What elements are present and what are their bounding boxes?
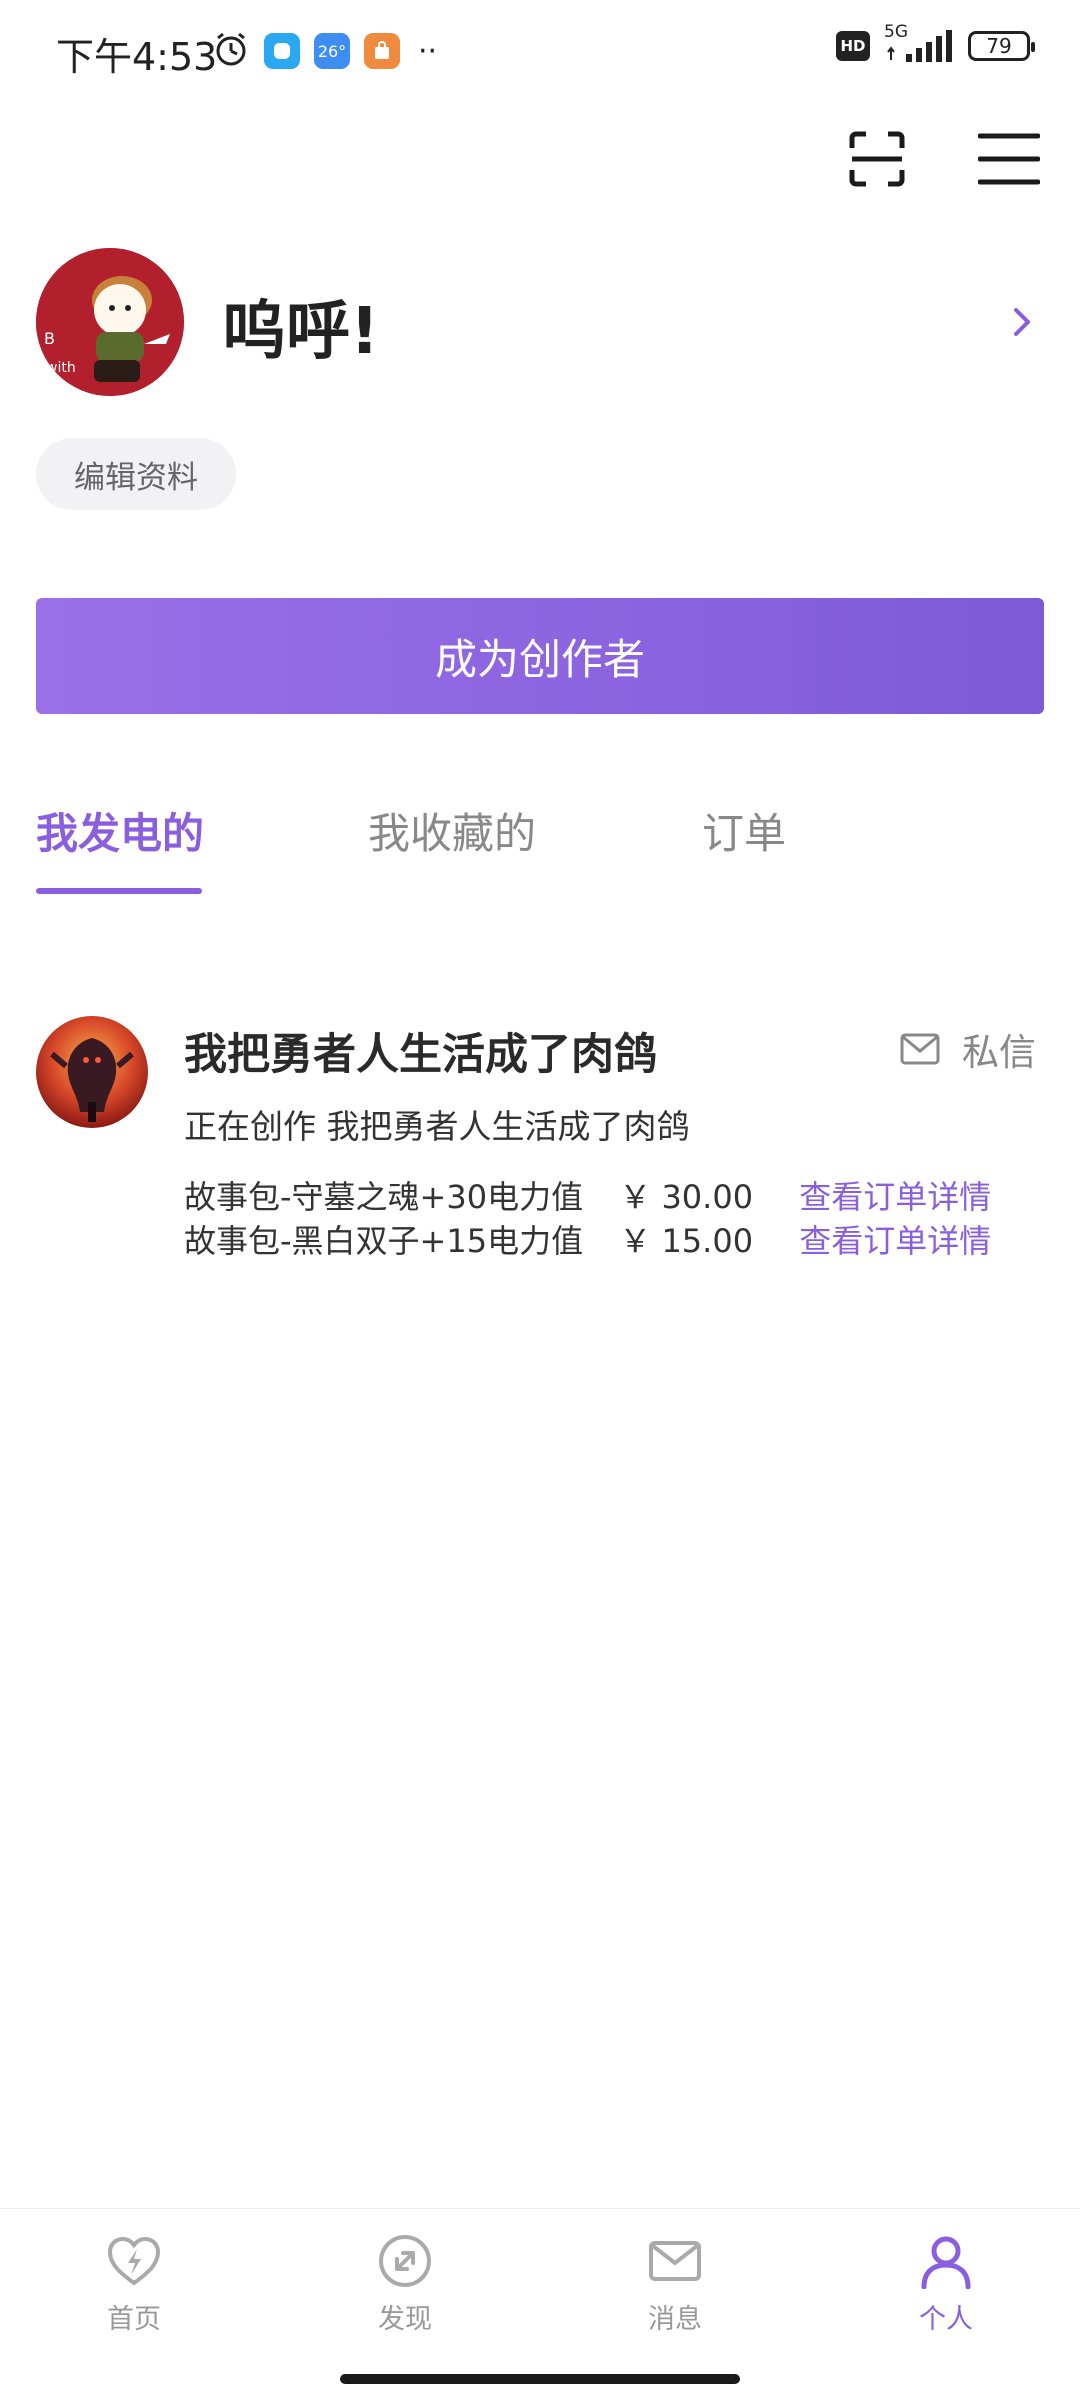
shopping-bag-icon (364, 33, 400, 69)
status-notification-icons: 26° ·· (212, 30, 437, 72)
become-creator-button[interactable]: 成为创作者 (36, 598, 1044, 714)
home-indicator[interactable] (340, 2374, 740, 2384)
nav-messages[interactable]: 消息 (605, 2233, 745, 2353)
order-line-item: 故事包-守墓之魂+30电力值 (184, 1178, 584, 1216)
nav-home[interactable]: 首页 (64, 2233, 204, 2353)
nav-messages-label: 消息 (648, 2304, 702, 2335)
nav-profile-label: 个人 (919, 2304, 973, 2335)
battery-level: 79 (986, 34, 1012, 58)
svg-text:B: B (44, 329, 55, 348)
tab-orders[interactable]: 订单 (702, 800, 786, 861)
order-subtitle: 正在创作 我把勇者人生活成了肉鸽 (184, 1107, 690, 1146)
order-line: 故事包-黑白双子+15电力值 ￥ 15.00 查看订单详情 (184, 1216, 991, 1262)
compass-icon (379, 2235, 431, 2287)
creator-avatar[interactable] (36, 1016, 148, 1128)
hd-badge: HD (836, 31, 870, 61)
profile-detail-button[interactable] (1008, 304, 1038, 340)
nav-profile[interactable]: 个人 (876, 2233, 1016, 2353)
list-item: 我把勇者人生活成了肉鸽 私信 正在创作 我把勇者人生活成了肉鸽 故事包-守墓之魂… (0, 1010, 1080, 1290)
order-line-price: ￥ 15.00 (619, 1222, 754, 1260)
mail-icon (649, 2241, 701, 2281)
nav-discover-label: 发现 (378, 2304, 432, 2335)
order-line: 故事包-守墓之魂+30电力值 ￥ 30.00 查看订单详情 (184, 1172, 991, 1218)
scan-icon (849, 131, 905, 187)
mail-icon (900, 1033, 940, 1065)
view-order-detail-link[interactable]: 查看订单详情 (799, 1222, 991, 1260)
weather-icon: 26° (314, 33, 350, 69)
tab-my-powered[interactable]: 我发电的 (36, 800, 204, 861)
lightning-heart-icon (107, 2236, 161, 2286)
battery-icon: 79 (968, 31, 1035, 61)
chevron-right-icon (1014, 308, 1030, 336)
view-order-detail-link[interactable]: 查看订单详情 (799, 1178, 991, 1216)
active-tab-indicator (36, 888, 202, 894)
status-bar: 下午4:53 26° ·· HD 5G 79 (0, 0, 1080, 100)
private-message-button[interactable]: 私信 (900, 1024, 1036, 1074)
signal-icon: 5G (884, 22, 954, 66)
person-icon (921, 2236, 971, 2289)
nav-discover[interactable]: 发现 (335, 2233, 475, 2353)
avatar-image: B with (36, 248, 184, 396)
menu-button[interactable] (977, 130, 1041, 188)
edit-profile-button[interactable]: 编辑资料 (36, 438, 236, 510)
alarm-icon (212, 30, 250, 72)
order-title: 我把勇者人生活成了肉鸽 (184, 1030, 657, 1080)
nav-home-label: 首页 (107, 2304, 161, 2335)
more-dots-icon: ·· (418, 33, 438, 69)
username: 呜呼! (222, 295, 380, 369)
private-message-label: 私信 (962, 1031, 1036, 1074)
bottom-nav: 首页 发现 消息 个人 (0, 2208, 1080, 2401)
avatar[interactable]: B with (36, 248, 184, 396)
tab-bar: 我发电的 我收藏的 订单 (36, 800, 1044, 900)
svg-text:with: with (46, 360, 76, 376)
scan-button[interactable] (848, 130, 906, 188)
status-system-icons: HD 5G 79 (836, 22, 1035, 66)
weather-temp: 26° (317, 41, 347, 61)
order-line-price: ￥ 30.00 (619, 1178, 754, 1216)
app-notification-icon (264, 33, 300, 69)
hamburger-menu-icon (977, 133, 1041, 185)
tab-my-favorites[interactable]: 我收藏的 (368, 800, 536, 861)
creator-avatar-image (36, 1016, 148, 1128)
order-line-item: 故事包-黑白双子+15电力值 (184, 1222, 584, 1260)
status-time: 下午4:53 (56, 35, 218, 79)
